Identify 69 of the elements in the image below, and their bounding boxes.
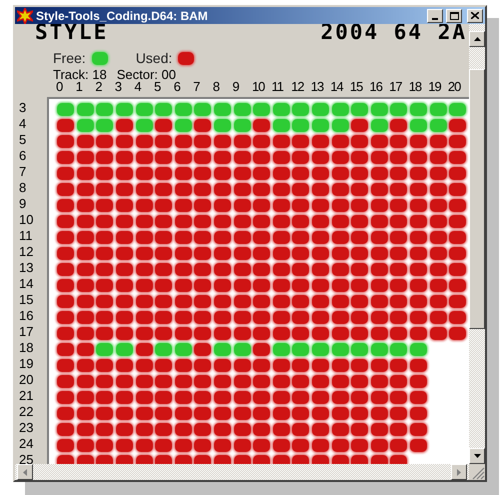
free-swatch: [92, 52, 108, 64]
row-number: 8: [19, 180, 26, 194]
column-number: 9: [232, 79, 239, 94]
scroll-down-button[interactable]: [469, 448, 485, 464]
horizontal-scrollbar[interactable]: [15, 464, 469, 480]
column-number: 6: [174, 79, 180, 94]
down-arrow-icon: [474, 454, 480, 458]
row-number: 12: [19, 244, 34, 258]
column-number: 14: [330, 79, 343, 94]
scroll-left-button[interactable]: [17, 464, 33, 480]
up-arrow-icon: [474, 37, 480, 41]
row-number: 14: [19, 276, 34, 290]
legend-label: Used:: [136, 48, 172, 68]
legend-label: Free:: [53, 48, 86, 68]
row-number: 10: [19, 212, 34, 226]
track-label: Track: 18: [53, 69, 107, 81]
column-number: 0: [56, 79, 62, 94]
row-number: 18: [19, 340, 34, 354]
maximize-icon: [450, 12, 458, 20]
minimize-button[interactable]: [427, 8, 443, 22]
row-number: 3: [19, 100, 26, 114]
column-number: 20: [448, 79, 460, 94]
row-number: 6: [19, 148, 26, 162]
row-number: 21: [19, 388, 34, 402]
maximize-button[interactable]: [446, 8, 462, 22]
burst-icon: [17, 8, 33, 24]
column-number: 15: [350, 79, 362, 94]
row-number: 13: [19, 260, 34, 274]
right-arrow-icon: [457, 468, 461, 476]
scroll-thumb[interactable]: [469, 69, 485, 329]
sector-label: Sector: 00: [116, 69, 176, 81]
row-number: 20: [19, 372, 34, 386]
row-number: 17: [19, 324, 34, 338]
column-number: 11: [272, 79, 284, 94]
column-number: 3: [114, 79, 122, 94]
vertical-scrollbar[interactable]: [469, 24, 485, 464]
close-icon: [471, 12, 479, 19]
row-number: 16: [19, 308, 34, 322]
minimize-icon: [432, 18, 438, 20]
row-number: 23: [19, 420, 34, 434]
row-number: 4: [19, 116, 26, 130]
left-arrow-icon: [23, 468, 27, 476]
scroll-right-button[interactable]: [451, 464, 467, 480]
close-button[interactable]: [467, 8, 483, 22]
column-number: 7: [193, 79, 200, 94]
row-number: 24: [19, 436, 34, 450]
column-number: 5: [154, 79, 160, 94]
row-number: 22: [19, 404, 34, 418]
row-number: 11: [19, 228, 32, 242]
row-number: 7: [19, 164, 26, 178]
column-number: 10: [252, 79, 264, 94]
column-number: 2: [95, 79, 102, 94]
row-number: 19: [19, 356, 34, 370]
scroll-up-button[interactable]: [469, 31, 485, 47]
column-number: 4: [134, 79, 141, 94]
column-number: 12: [291, 79, 304, 94]
row-number: 5: [19, 132, 26, 146]
row-number: 9: [19, 196, 26, 210]
column-number: 18: [408, 79, 422, 94]
used-swatch: [178, 52, 194, 64]
column-number: 16: [370, 79, 382, 94]
window-title: Style-Tools_Coding.D64: BAM: [36, 10, 209, 22]
column-number: 1: [76, 79, 82, 94]
column-number: 17: [389, 79, 402, 94]
row-number: 25: [19, 452, 34, 464]
column-number: 8: [212, 79, 219, 94]
row-number: 15: [19, 292, 34, 306]
column-number: 19: [428, 79, 441, 94]
column-number: 13: [310, 79, 324, 94]
